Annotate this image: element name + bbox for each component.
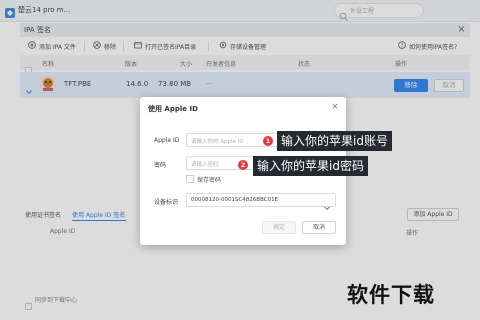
save-password-checkbox[interactable] [186,175,194,183]
watermark-text: 软件下载 [347,283,435,307]
save-password-label: 保存密码 [197,177,222,184]
chevron-down-icon [323,197,331,210]
annotation-callout: 输入你的苹果id账号 [277,131,392,151]
annotation-callout: 输入你的苹果id密码 [253,156,368,176]
apple-id-placeholder: 请输入你的 Apple ID [191,139,244,145]
password-placeholder: 请输入密码 [191,162,219,168]
device-id-value: 00008120-0001SC4826BBC01E [191,197,279,203]
device-id-label: 设备标识 [154,199,179,206]
dialog-title: 使用 Apple ID [148,105,198,113]
confirm-button[interactable]: 确定 [262,221,296,234]
step-badge: 2 [238,160,248,170]
step-badge: 1 [263,136,273,146]
dialog-close-button[interactable]: × [330,102,340,112]
password-label: 密码 [154,162,167,169]
apple-id-label: Apple ID [154,137,180,144]
dialog-cancel-button[interactable]: 取消 [302,221,336,234]
device-id-select[interactable]: 00008120-0001SC4826BBC01E [186,193,336,210]
